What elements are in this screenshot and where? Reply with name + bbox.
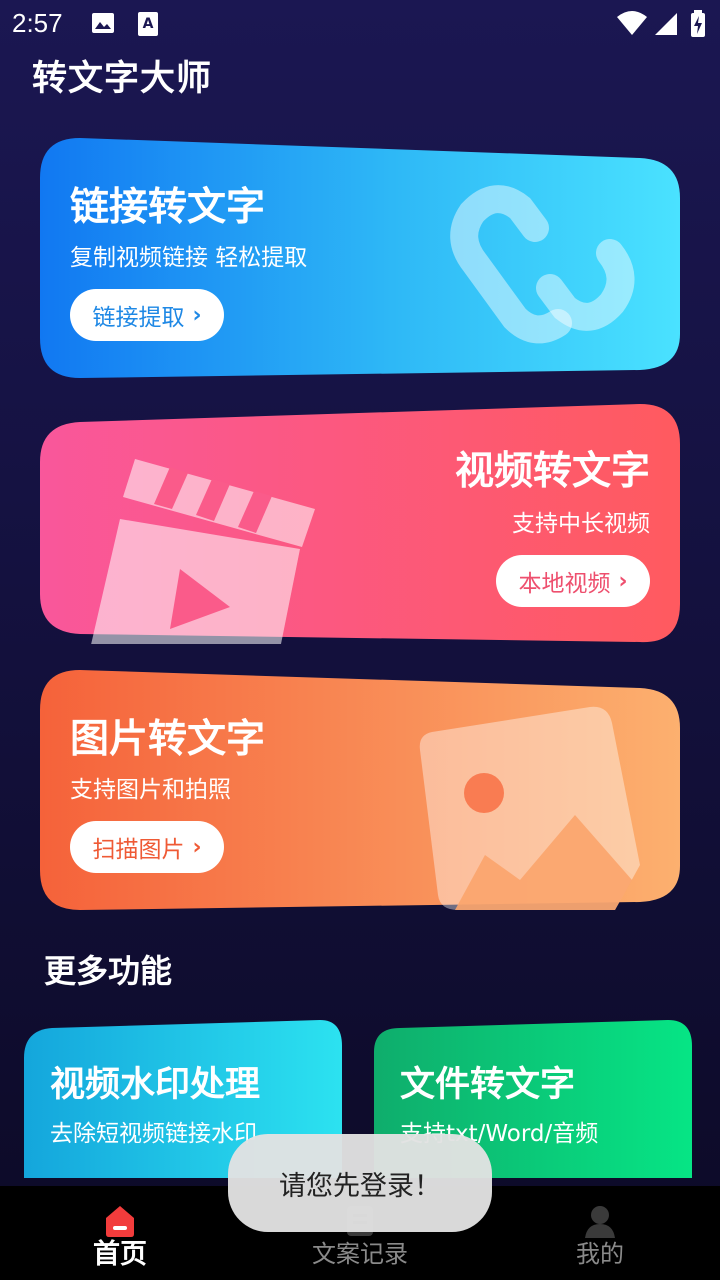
nav-label-records: 文案记录 [312, 1240, 408, 1268]
login-required-toast: 请您先登录！ [228, 1134, 492, 1232]
cellular-signal-icon [655, 13, 677, 35]
nav-tab-profile[interactable]: 我的 [480, 1186, 720, 1280]
scan-image-button-label: 扫描图片 [92, 837, 185, 863]
link-to-text-card[interactable]: 链接转文字 复制视频链接 轻松提取 链接提取 › [40, 138, 680, 378]
link-chain-icon [450, 185, 635, 344]
nav-label-home: 首页 [93, 1239, 147, 1270]
battery-charging-icon [691, 10, 705, 37]
clapperboard-icon [91, 459, 315, 644]
file-card-title: 文件转文字 [400, 1065, 576, 1105]
link-extract-button-label: 链接提取 [92, 305, 185, 331]
video-to-text-card[interactable]: 视频转文字 支持中长视频 本地视频 › [40, 404, 680, 644]
video-card-subtitle: 支持中长视频 [512, 511, 650, 537]
watermark-card-title: 视频水印处理 [50, 1065, 261, 1105]
video-card-title: 视频转文字 [454, 449, 650, 494]
link-card-subtitle: 复制视频链接 轻松提取 [70, 245, 308, 271]
link-card-title: 链接转文字 [70, 185, 266, 230]
nav-label-profile: 我的 [576, 1240, 624, 1268]
photo-icon [419, 706, 640, 910]
watermark-card-subtitle: 去除短视频链接水印 [50, 1121, 257, 1147]
font-notification-icon: A [138, 12, 158, 36]
local-video-button[interactable]: 本地视频 › [496, 555, 650, 607]
wifi-icon [617, 11, 647, 35]
status-bar: 2:57 A [0, 0, 720, 48]
svg-text:A: A [143, 16, 154, 32]
person-icon [585, 1206, 615, 1238]
image-to-text-card[interactable]: 图片转文字 支持图片和拍照 扫描图片 › [40, 670, 680, 910]
status-time: 2:57 [12, 8, 63, 38]
more-features-title: 更多功能 [44, 952, 173, 990]
app-title: 转文字大师 [32, 59, 213, 99]
nav-tab-home[interactable]: 首页 [0, 1186, 240, 1280]
link-extract-button[interactable]: 链接提取 › [70, 289, 224, 341]
image-card-title: 图片转文字 [70, 717, 266, 762]
scan-image-button[interactable]: 扫描图片 › [70, 821, 224, 873]
image-card-subtitle: 支持图片和拍照 [70, 777, 231, 803]
chevron-right-icon: › [618, 568, 628, 594]
chevron-right-icon: › [192, 834, 202, 860]
chevron-right-icon: › [192, 302, 202, 328]
image-notification-icon [92, 13, 114, 33]
local-video-button-label: 本地视频 [518, 571, 611, 597]
